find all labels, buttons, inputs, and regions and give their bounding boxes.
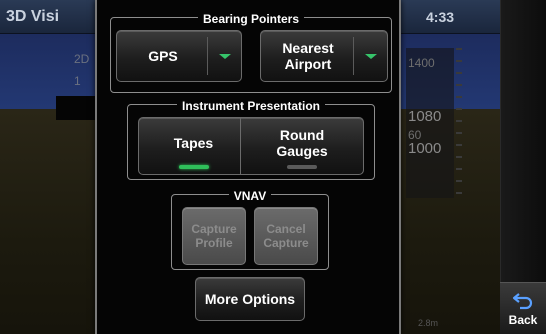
bearing-pointer-1-dropdown[interactable]: GPS: [116, 30, 242, 82]
background-left-text: 1: [74, 74, 81, 88]
tapes-label: Tapes: [173, 135, 214, 151]
background-tape-value: 1000: [408, 140, 442, 157]
instrument-presentation-title: Instrument Presentation: [176, 99, 326, 113]
background-title: 3D Visi: [6, 8, 60, 25]
background-vsi-scale: [456, 48, 462, 198]
vnav-title: VNAV: [228, 189, 272, 203]
display-settings-popup: Bearing Pointers GPS Nearest Airport Ins…: [95, 0, 401, 334]
bearing-pointer-2-dropdown[interactable]: Nearest Airport: [260, 30, 388, 82]
more-options-label: More Options: [204, 291, 296, 307]
back-arrow-icon: [512, 292, 533, 309]
background-tape-value: 1400: [408, 56, 435, 70]
tapes-button[interactable]: Tapes: [138, 117, 249, 175]
chevron-down-icon: [364, 53, 377, 59]
bearing-pointers-title: Bearing Pointers: [197, 12, 305, 26]
more-options-button[interactable]: More Options: [195, 277, 305, 321]
background-marker: [56, 96, 96, 120]
cancel-capture-button[interactable]: Cancel Capture: [254, 207, 318, 265]
background-bottom-text: 2.8m: [418, 318, 439, 328]
selected-indicator: [178, 165, 209, 169]
bearing-pointer-2-value: Nearest Airport: [282, 40, 334, 72]
instrument-presentation-group: Instrument Presentation Tapes Round Gaug…: [127, 99, 375, 180]
unselected-indicator: [287, 165, 317, 169]
round-gauges-label: Round Gauges: [276, 127, 328, 159]
back-button[interactable]: Back: [500, 282, 546, 334]
background-time: 4:33: [426, 9, 455, 25]
capture-profile-label: Capture Profile: [191, 222, 237, 250]
back-label: Back: [508, 312, 538, 327]
vnav-group: VNAV Capture Profile Cancel Capture: [171, 189, 329, 270]
background-tape-value: 1080: [408, 108, 442, 125]
capture-profile-button[interactable]: Capture Profile: [182, 207, 246, 265]
cancel-capture-label: Cancel Capture: [263, 222, 309, 250]
chevron-down-icon: [218, 53, 231, 59]
bearing-pointers-group: Bearing Pointers GPS Nearest Airport: [110, 12, 392, 93]
round-gauges-button[interactable]: Round Gauges: [240, 117, 364, 175]
bearing-pointer-1-value: GPS: [148, 48, 178, 64]
background-left-text: 2D: [74, 52, 90, 66]
